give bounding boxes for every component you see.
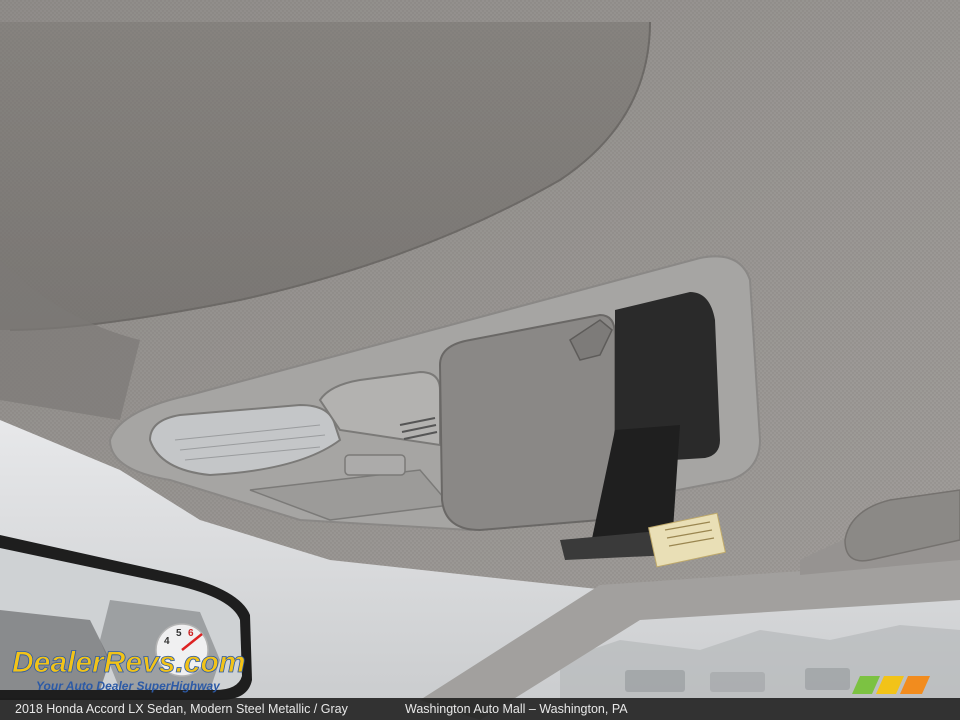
- dealerrevs-tagline: Your Auto Dealer SuperHighway: [36, 679, 221, 693]
- dealerrevs-logo: 4 5 6 DealerRevs.com Your Auto Dealer Su…: [12, 623, 246, 693]
- interior-photo: [0, 0, 960, 720]
- wam-logo: [852, 676, 930, 694]
- caption-bar-bottom: 2018 Honda Accord LX Sedan, Modern Steel…: [0, 698, 960, 720]
- caption-dealer-bottom: Washington Auto Mall – Washington, PA: [405, 702, 628, 716]
- caption-car-title-bottom: 2018 Honda Accord LX Sedan, Modern Steel…: [15, 702, 348, 716]
- svg-text:6: 6: [188, 628, 194, 639]
- svg-text:5: 5: [176, 628, 182, 639]
- dealerrevs-wordmark: DealerRevs.com: [12, 646, 245, 679]
